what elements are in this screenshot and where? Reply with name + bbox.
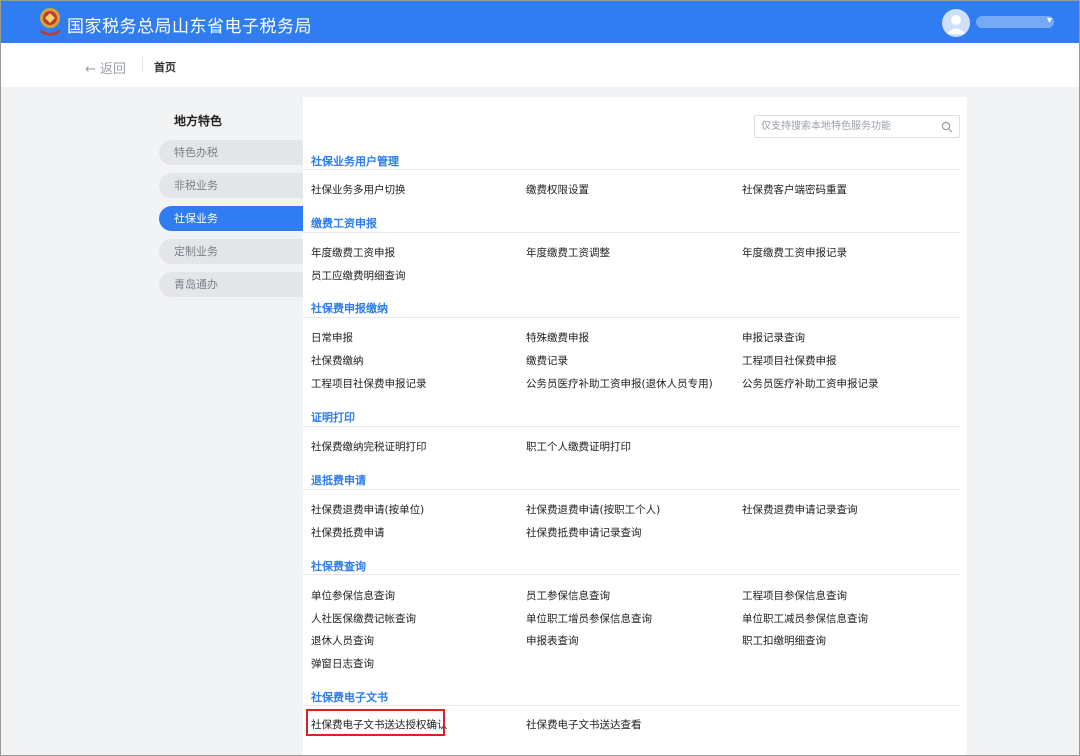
service-link[interactable]: 职工个人缴费证明打印 [526,439,631,454]
chevron-down-icon[interactable]: ▾ [1047,15,1052,26]
service-link[interactable]: 单位参保信息查询 [311,588,395,603]
service-link[interactable]: 特殊缴费申报 [526,330,589,345]
service-link[interactable]: 缴费记录 [526,353,568,368]
service-link[interactable]: 社保费退费申请(按单位) [311,502,424,517]
sidebar-item-dingzhi-yewu[interactable]: 定制业务 [159,239,303,264]
service-link[interactable]: 社保费抵费申请记录查询 [526,525,642,540]
section-title: 社保费申报缴纳 [311,302,388,315]
highlight-box [306,709,445,736]
service-link[interactable]: 申报表查询 [526,633,579,648]
service-link[interactable]: 年度缴费工资调整 [526,245,610,260]
service-link[interactable]: 社保费抵费申请 [311,525,385,540]
service-link[interactable]: 人社医保缴费记帐查询 [311,611,416,626]
sidebar-item-shebao-yewu[interactable]: 社保业务 [159,206,303,231]
service-link[interactable]: 员工参保信息查询 [526,588,610,603]
service-link[interactable]: 年度缴费工资申报 [311,245,395,260]
section-divider [303,169,960,170]
service-link[interactable]: 工程项目参保信息查询 [742,588,847,603]
service-link[interactable]: 社保费客户端密码重置 [742,182,847,197]
service-link[interactable]: 缴费权限设置 [526,182,589,197]
service-link[interactable]: 单位职工增员参保信息查询 [526,611,652,626]
tax-emblem-icon [40,8,60,36]
breadcrumb-bar: ← 返回 首页 [1,43,1079,87]
service-link[interactable]: 职工扣缴明细查询 [742,633,826,648]
service-link[interactable]: 弹窗日志查询 [311,656,374,671]
service-link[interactable]: 社保费缴纳完税证明打印 [311,439,427,454]
section-title: 缴费工资申报 [311,217,377,230]
service-link[interactable]: 日常申报 [311,330,353,345]
section-title: 证明打印 [311,411,355,424]
search-box[interactable] [754,115,960,138]
service-link[interactable]: 社保费电子文书送达查看 [526,717,642,732]
section-title: 社保费电子文书 [311,691,388,704]
back-button[interactable]: ← 返回 [85,58,126,77]
breadcrumb-divider [142,57,143,73]
sidebar-item-tese-banshui[interactable]: 特色办税 [159,140,303,165]
sidebar-item-feishui-yewu[interactable]: 非税业务 [159,173,303,198]
search-icon[interactable] [941,121,953,133]
section-divider [303,705,960,706]
section-divider [303,574,960,575]
service-link[interactable]: 社保费退费申请(按职工个人) [526,502,660,517]
user-icon [947,15,965,34]
service-link[interactable]: 社保费退费申请记录查询 [742,502,858,517]
service-link[interactable]: 退休人员查询 [311,633,374,648]
user-name-redacted[interactable] [976,16,1054,28]
service-link[interactable]: 社保业务多用户切换 [311,182,406,197]
user-avatar[interactable] [942,9,970,37]
section-divider [303,426,960,427]
section-title: 社保费查询 [311,560,366,573]
service-link[interactable]: 年度缴费工资申报记录 [742,245,847,260]
top-bar: 国家税务总局山东省电子税务局 ▾ [1,1,1079,43]
service-link[interactable]: 公务员医疗补助工资申报(退休人员专用) [526,376,713,391]
section-title: 社保业务用户管理 [311,155,399,168]
section-divider [303,232,960,233]
service-link[interactable]: 社保费缴纳 [311,353,364,368]
service-link[interactable]: 申报记录查询 [742,330,805,345]
service-link[interactable]: 单位职工减员参保信息查询 [742,611,868,626]
section-title: 退抵费申请 [311,474,366,487]
sidebar-title: 地方特色 [174,114,223,128]
sidebar-item-qingdao-tongban[interactable]: 青岛通办 [159,272,303,297]
service-link[interactable]: 工程项目社保费申报记录 [311,376,427,391]
service-link[interactable]: 员工应缴费明细查询 [311,268,406,283]
search-input[interactable] [761,118,937,135]
site-title: 国家税务总局山东省电子税务局 [67,17,312,37]
service-link[interactable]: 工程项目社保费申报 [742,353,837,368]
section-divider [303,317,960,318]
service-link[interactable]: 公务员医疗补助工资申报记录 [742,376,879,391]
section-divider [303,489,960,490]
breadcrumb-home[interactable]: 首页 [154,59,176,75]
